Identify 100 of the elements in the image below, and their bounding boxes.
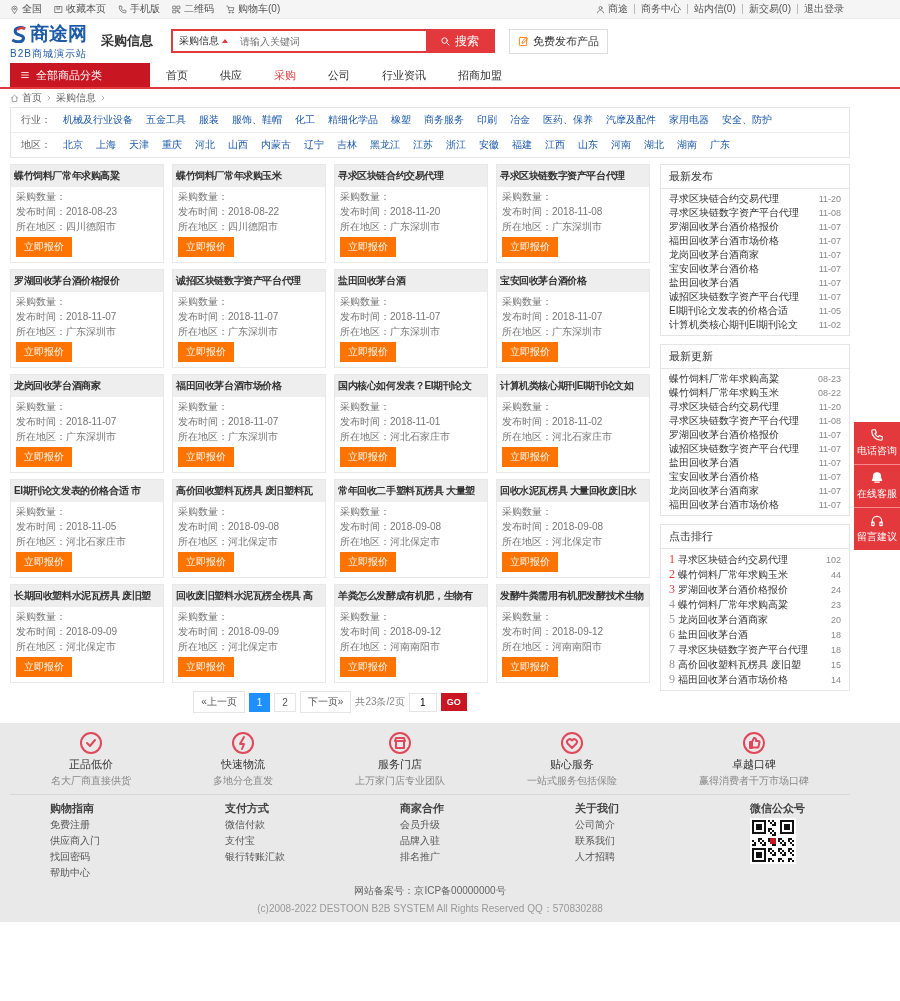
sidebar-link[interactable]: 蝶竹饲料厂常年求购高粱 — [678, 599, 788, 611]
nav-item[interactable]: 首页 — [150, 63, 204, 87]
sidebar-link[interactable]: 寻求区块链数字资产平台代理 — [678, 644, 808, 656]
filter-option[interactable]: 五金工具 — [146, 113, 186, 127]
sidebar-link[interactable]: 蝶竹饲料厂常年求购玉米 — [678, 569, 788, 581]
card-title[interactable]: 长期回收塑料水泥瓦楞具 废旧塑 — [11, 585, 163, 607]
sidebar-link[interactable]: 龙岗回收茅台酒商家 — [669, 249, 759, 261]
footer-link[interactable]: 支付宝 — [225, 834, 345, 848]
card-title[interactable]: 国内核心如何发表？EI期刊论文 — [335, 375, 487, 397]
filter-option[interactable]: 商务服务 — [424, 113, 464, 127]
filter-option[interactable]: 山东 — [578, 138, 598, 152]
filter-option[interactable]: 江西 — [545, 138, 565, 152]
filter-option[interactable]: 服饰、鞋帽 — [232, 113, 282, 127]
filter-option[interactable]: 内蒙古 — [261, 138, 291, 152]
sidebar-link[interactable]: 诚招区块链数字资产平台代理 — [669, 291, 799, 303]
top-link[interactable]: 商务中心 — [633, 4, 687, 14]
card-title[interactable]: 羊粪怎么发酵成有机肥，生物有 — [335, 585, 487, 607]
top-link[interactable]: 全国 — [10, 4, 42, 14]
search-bar[interactable]: 采购信息 请输入关键词 搜索 — [171, 29, 495, 53]
filter-option[interactable]: 福建 — [512, 138, 532, 152]
card-title[interactable]: 回收水泥瓦楞具 大量回收废旧水 — [497, 480, 649, 502]
filter-option[interactable]: 上海 — [96, 138, 116, 152]
page-input[interactable]: 1 — [408, 692, 437, 712]
filter-option[interactable]: 广东 — [710, 138, 730, 152]
filter-option[interactable]: 橡塑 — [391, 113, 411, 127]
sidebar-link[interactable]: 寻求区块链数字资产平台代理 — [669, 207, 799, 219]
card-title[interactable]: 蝶竹饲料厂常年求购高粱 — [11, 165, 163, 187]
card-title[interactable]: 寻求区块链合约交易代理 — [335, 165, 487, 187]
sidebar-link[interactable]: 罗湖回收茅台酒价格报价 — [669, 429, 779, 441]
sidebar-link[interactable]: 蝶竹饲料厂常年求购高粱 — [669, 373, 779, 385]
top-link[interactable]: 退出登录 — [797, 4, 850, 14]
sidebar-link[interactable]: 寻求区块链数字资产平台代理 — [669, 415, 799, 427]
filter-option[interactable]: 吉林 — [337, 138, 357, 152]
category-menu[interactable]: 全部商品分类 — [10, 63, 150, 87]
filter-option[interactable]: 精细化学品 — [328, 113, 378, 127]
footer-link[interactable]: 帮助中心 — [50, 866, 170, 880]
breadcrumb-link[interactable]: 首页 — [22, 91, 42, 105]
footer-link[interactable]: 微信付款 — [225, 818, 345, 832]
card-title[interactable]: 常年回收二手塑料瓦楞具 大量塑 — [335, 480, 487, 502]
filter-option[interactable]: 山西 — [228, 138, 248, 152]
card-title[interactable]: 龙岗回收茅台酒商家 — [11, 375, 163, 397]
sidebar-link[interactable]: 盐田回收茅台酒 — [678, 629, 748, 641]
filter-option[interactable]: 黑龙江 — [370, 138, 400, 152]
filter-option[interactable]: 印刷 — [477, 113, 497, 127]
sidebar-link[interactable]: 计算机类核心期刊EI期刊论文 — [669, 319, 799, 331]
card-title[interactable]: 盐田回收茅台酒 — [335, 270, 487, 292]
search-scope-select[interactable]: 采购信息 — [173, 31, 234, 51]
top-link[interactable]: 手机版 — [118, 4, 160, 14]
card-title[interactable]: 诚招区块链数字资产平台代理 — [173, 270, 325, 292]
footer-link[interactable]: 免费注册 — [50, 818, 170, 832]
top-link[interactable]: 站内信(0) — [686, 4, 742, 14]
card-title[interactable]: 寻求区块链数字资产平台代理 — [497, 165, 649, 187]
footer-link[interactable]: 人才招聘 — [575, 850, 695, 864]
footer-link[interactable]: 品牌入驻 — [400, 834, 520, 848]
top-link[interactable]: 收藏本页 — [54, 4, 106, 14]
breadcrumb-link[interactable]: 采购信息 — [56, 91, 96, 105]
nav-item[interactable]: 招商加盟 — [442, 63, 518, 87]
filter-option[interactable]: 冶金 — [510, 113, 530, 127]
go-button[interactable]: GO — [440, 693, 467, 711]
top-link[interactable]: 购物车(0) — [226, 4, 281, 14]
card-title[interactable]: 计算机类核心期刊EI期刊论文如 — [497, 375, 649, 397]
filter-option[interactable]: 安徽 — [479, 138, 499, 152]
filter-option[interactable]: 河北 — [195, 138, 215, 152]
sidebar-link[interactable]: 寻求区块链合约交易代理 — [678, 554, 788, 566]
filter-option[interactable]: 安全、防护 — [722, 113, 772, 127]
card-title[interactable]: 罗湖回收茅台酒价格报价 — [11, 270, 163, 292]
filter-option[interactable]: 浙江 — [446, 138, 466, 152]
page-button[interactable]: 2 — [274, 692, 296, 712]
sidebar-link[interactable]: 蝶竹饲料厂常年求购玉米 — [669, 387, 779, 399]
publish-button[interactable]: 免费发布产品 — [509, 28, 608, 54]
top-link[interactable]: 商途 — [589, 4, 634, 14]
filter-option[interactable]: 江苏 — [413, 138, 433, 152]
filter-option[interactable]: 河南 — [611, 138, 631, 152]
card-title[interactable]: EI期刊论文发表的价格合适 市 — [11, 480, 163, 502]
filter-option[interactable]: 服装 — [199, 113, 219, 127]
sidebar-link[interactable]: 寻求区块链合约交易代理 — [669, 401, 779, 413]
sidebar-link[interactable]: 盐田回收茅台酒 — [669, 277, 739, 289]
footer-link[interactable]: 找回密码 — [50, 850, 170, 864]
sidebar-link[interactable]: 福田回收茅台酒市场价格 — [669, 499, 779, 511]
filter-option[interactable]: 辽宁 — [304, 138, 324, 152]
footer-link[interactable]: 银行转账汇款 — [225, 850, 345, 864]
footer-link[interactable]: 排名推广 — [400, 850, 520, 864]
sidebar-link[interactable]: 宝安回收茅台酒价格 — [669, 471, 759, 483]
nav-item[interactable]: 行业资讯 — [366, 63, 442, 87]
filter-option[interactable]: 机械及行业设备 — [63, 113, 133, 127]
card-title[interactable]: 高价回收塑料瓦楞具 废旧塑料瓦 — [173, 480, 325, 502]
top-link[interactable]: 新交易(0) — [741, 4, 797, 14]
footer-link[interactable]: 联系我们 — [575, 834, 695, 848]
filter-option[interactable]: 重庆 — [162, 138, 182, 152]
top-link[interactable]: 二维码 — [172, 4, 214, 14]
nav-item[interactable]: 采购 — [258, 63, 312, 87]
card-title[interactable]: 回收废旧塑料水泥瓦楞全楞具 高 — [173, 585, 325, 607]
sidebar-link[interactable]: 龙岗回收茅台酒商家 — [669, 485, 759, 497]
next-page-button[interactable]: 下一页» — [299, 691, 352, 713]
footer-link[interactable]: 公司简介 — [575, 818, 695, 832]
nav-item[interactable]: 公司 — [312, 63, 366, 87]
card-title[interactable]: 发酵牛粪需用有机肥发酵技术生物 — [497, 585, 649, 607]
sidebar-link[interactable]: 诚招区块链数字资产平台代理 — [669, 443, 799, 455]
filter-option[interactable]: 医药、保养 — [543, 113, 593, 127]
sidebar-link[interactable]: EI期刊论文发表的价格合适 — [669, 305, 789, 317]
